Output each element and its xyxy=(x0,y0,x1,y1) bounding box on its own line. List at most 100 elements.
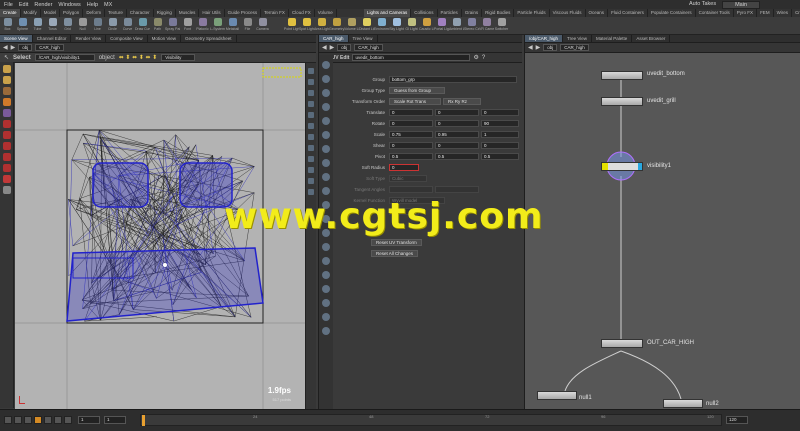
shelf-tool[interactable]: Environment xyxy=(374,17,389,35)
step-back-icon[interactable] xyxy=(14,416,22,424)
tab-channel-editor[interactable]: Channel Editor xyxy=(33,35,72,42)
current-frame-field[interactable]: 1 xyxy=(78,416,100,424)
shelf-tab[interactable]: Crowds xyxy=(792,9,800,17)
path-node[interactable]: CAR_high xyxy=(354,44,383,51)
snap-tool-icon[interactable] xyxy=(3,164,11,172)
reset-uv-transform-button[interactable]: Reset UV Transform xyxy=(371,238,422,246)
rotate-tool-icon[interactable] xyxy=(3,87,11,95)
shelf-tab[interactable]: Rigging xyxy=(154,9,176,17)
shelf-tool[interactable]: Circle xyxy=(105,17,120,35)
shelf-tab[interactable]: Collisions xyxy=(411,9,438,17)
shelf-tool[interactable]: Distant Light xyxy=(359,17,374,35)
shelf-tab[interactable]: FEM xyxy=(757,9,774,17)
tab-car-high[interactable]: CAR_high xyxy=(319,35,349,42)
shelf-tool[interactable]: GI Light xyxy=(404,17,419,35)
shelf-tool[interactable]: Camera xyxy=(255,17,270,35)
tab-tree-view[interactable]: Tree View xyxy=(563,35,593,42)
translate-y-field[interactable]: 0 xyxy=(435,108,479,116)
shelf-tab[interactable]: Modify xyxy=(21,9,41,17)
network-editor[interactable]: uvedit_bottom uvedit_grill visibility1 O… xyxy=(525,53,800,409)
pivot-z-field[interactable]: 0.5 xyxy=(481,152,519,160)
desk-selector[interactable]: Main xyxy=(722,0,760,9)
shelf-tab[interactable]: Create xyxy=(0,9,21,17)
shelf-tool[interactable]: Sky Light xyxy=(389,17,404,35)
shelf-tool[interactable]: Draw Curve xyxy=(135,17,150,35)
path-obj[interactable]: obj xyxy=(18,44,33,51)
shelf-tool[interactable]: Box xyxy=(0,17,15,35)
visibility-menu[interactable]: Visibility xyxy=(161,54,196,61)
jump-start-icon[interactable] xyxy=(4,416,12,424)
shear-z-field[interactable]: 0 xyxy=(481,141,519,149)
shear-y-field[interactable]: 0 xyxy=(435,141,479,149)
display-option-icon[interactable] xyxy=(308,68,314,74)
menu-edit[interactable]: Edit xyxy=(19,2,28,8)
tab-geometry-spreadsheet[interactable]: Geometry Spreadsheet xyxy=(181,35,237,42)
hide-icon[interactable] xyxy=(308,145,314,151)
shelf-tab[interactable]: Terrain FX xyxy=(261,9,289,17)
back-arrow-icon[interactable]: ◀ xyxy=(322,44,327,51)
tangent-b-field[interactable] xyxy=(435,185,479,193)
tab-motion-view[interactable]: Motion View xyxy=(148,35,182,42)
shelf-tool[interactable]: Curve xyxy=(120,17,135,35)
paint-tool-icon[interactable] xyxy=(3,153,11,161)
tangent-a-field[interactable] xyxy=(389,185,433,193)
ghost-icon[interactable] xyxy=(308,123,314,129)
shelf-tool[interactable]: Platonic xyxy=(195,17,210,35)
scale-tool-icon[interactable] xyxy=(3,98,11,106)
normals-icon[interactable] xyxy=(308,112,314,118)
soft-radius-field[interactable]: 0 xyxy=(389,163,419,171)
tab-material-palette[interactable]: Material Palette xyxy=(592,35,633,42)
snapshot-icon[interactable] xyxy=(308,178,314,184)
select-tool-icon[interactable] xyxy=(3,65,11,73)
shelf-tab[interactable]: Pyro FX xyxy=(734,9,758,17)
handle-tool-icon[interactable] xyxy=(3,109,11,117)
select-arrow-icon[interactable]: ↖ xyxy=(4,54,9,61)
shelf-tab[interactable]: Deform xyxy=(83,9,106,17)
rotate-y-field[interactable]: 0 xyxy=(435,119,479,127)
shelf-tool[interactable]: Font xyxy=(180,17,195,35)
rotate-z-field[interactable]: 90 xyxy=(481,119,519,127)
jump-end-icon[interactable] xyxy=(64,416,72,424)
node-out-car-high[interactable] xyxy=(601,339,643,348)
shaded-icon[interactable] xyxy=(308,90,314,96)
timeline-track[interactable]: 1 24 48 72 96 120 xyxy=(140,414,722,426)
auto-takes-toggle[interactable]: Auto Takes xyxy=(689,1,716,9)
shelf-tab[interactable]: Container Tools xyxy=(696,9,734,17)
node-visibility1[interactable] xyxy=(601,162,643,171)
tab-scene-view[interactable]: Scene View xyxy=(0,35,33,42)
reset-all-changes-button[interactable]: Reset All Changes xyxy=(371,249,419,257)
node-null1[interactable] xyxy=(537,391,577,400)
shelf-tab[interactable]: Volume xyxy=(315,9,337,17)
pivot-y-field[interactable]: 0.5 xyxy=(435,152,479,160)
select-label[interactable]: Select xyxy=(13,55,31,61)
points-icon[interactable] xyxy=(308,101,314,107)
scale-y-field[interactable]: 0.95 xyxy=(435,130,479,138)
node-null2[interactable] xyxy=(663,399,703,408)
pivot-point[interactable] xyxy=(163,263,167,267)
shelf-tab[interactable]: Polygon xyxy=(60,9,84,17)
menu-mx[interactable]: MX xyxy=(104,2,112,8)
shelf-tool[interactable]: Point Light xyxy=(284,17,299,35)
shelf-tool[interactable]: Geometry Light xyxy=(329,17,344,35)
shelf-tool[interactable]: Stereo Cam xyxy=(464,17,479,35)
start-frame-field[interactable]: 1 xyxy=(104,416,126,424)
menu-help[interactable]: Help xyxy=(87,2,98,8)
render-region-icon[interactable] xyxy=(3,186,11,194)
shelf-tool[interactable]: Switcher xyxy=(494,17,509,35)
magnet-tool-icon[interactable] xyxy=(3,120,11,128)
wireframe-icon[interactable] xyxy=(308,79,314,85)
tab-network-path[interactable]: /obj/CAR_high xyxy=(525,35,564,42)
shear-x-field[interactable]: 0 xyxy=(389,141,433,149)
shelf-tab[interactable]: Particle Fluids xyxy=(514,9,550,17)
path-obj[interactable]: obj xyxy=(543,44,558,51)
forward-arrow-icon[interactable]: ▶ xyxy=(536,44,541,51)
shelf-tab[interactable]: Character xyxy=(127,9,154,17)
node-uvedit-grill[interactable] xyxy=(601,97,643,106)
scale-x-field[interactable]: 0.75 xyxy=(389,130,433,138)
shelf-tab[interactable]: Fluid Containers xyxy=(608,9,648,17)
group-field[interactable]: bottom_grp xyxy=(389,75,517,83)
shelf-tab[interactable]: Viscous Fluids xyxy=(550,9,586,17)
tab-tree-view[interactable]: Tree View xyxy=(349,35,378,42)
stop-icon[interactable] xyxy=(34,416,42,424)
shelf-tab[interactable]: Grains xyxy=(462,9,483,17)
